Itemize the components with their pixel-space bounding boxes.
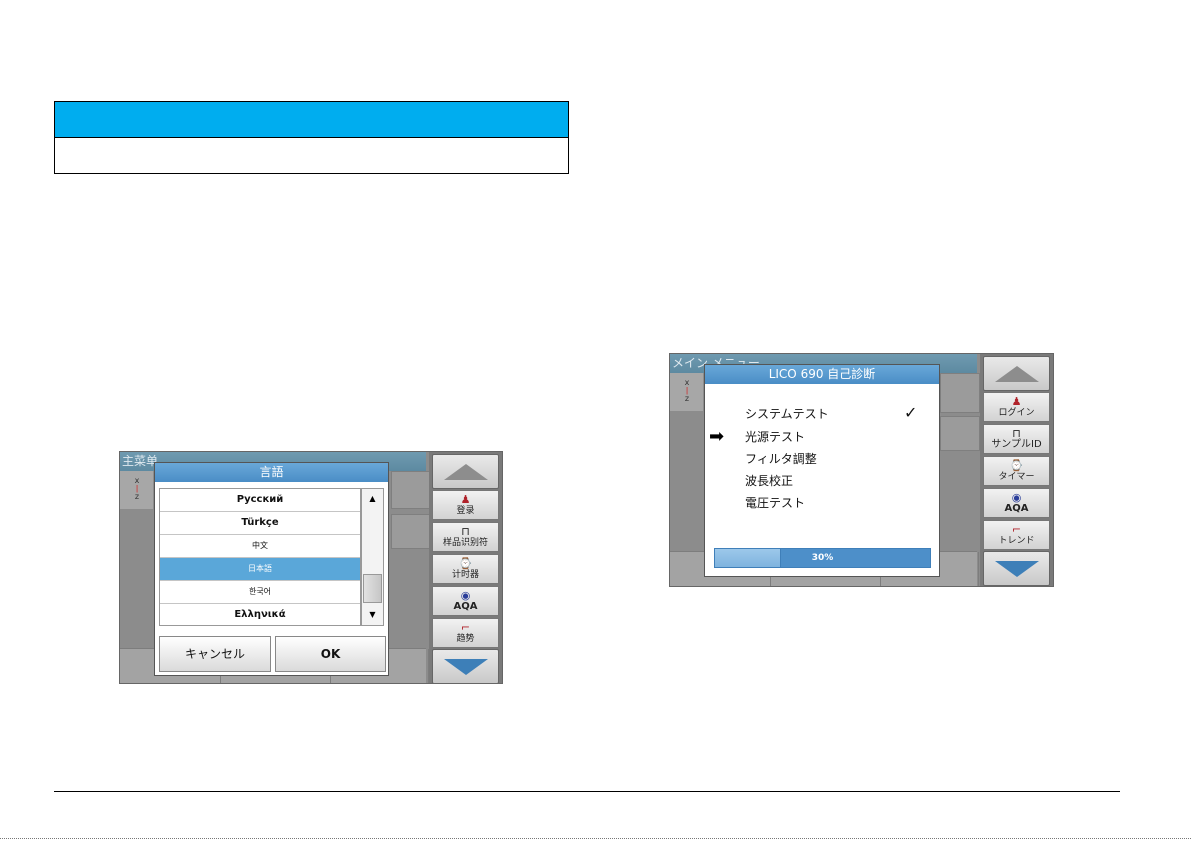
- self-test-dialog-title: LICO 690 自己診断: [705, 365, 939, 384]
- scroll-up-button[interactable]: [432, 454, 499, 489]
- language-dialog-title: 言語: [155, 463, 388, 482]
- trend-button[interactable]: ⌐ トレンド: [983, 520, 1050, 550]
- language-list: Русский Türkçe 中文 日本語 한국어 Ελληνικά: [159, 488, 361, 626]
- test-item-system: システムテスト: [745, 407, 829, 421]
- trend-label: 趋势: [456, 634, 475, 644]
- self-test-progress-bar: 30%: [714, 548, 931, 568]
- sample-id-label: サンプルID: [991, 439, 1042, 450]
- timer-icon: ⌚: [1009, 459, 1024, 472]
- section-header-bar: [55, 102, 568, 138]
- checkmark-icon: ✓: [904, 403, 918, 422]
- language-option-selected[interactable]: 日本語: [160, 558, 360, 581]
- section-header-box: [54, 101, 569, 174]
- timer-button[interactable]: ⌚ 计时器: [432, 554, 499, 584]
- test-item-voltage: 電圧テスト: [745, 496, 806, 510]
- aqa-button[interactable]: ◉ AQA: [983, 488, 1050, 518]
- cancel-button[interactable]: キャンセル: [159, 636, 271, 672]
- scrollbar-thumb[interactable]: [363, 574, 382, 603]
- side-toolbar: ♟ ログイン ⊓ サンプルID ⌚ タイマー ◉ AQA ⌐ トレンド: [980, 354, 1053, 586]
- background-tile: [940, 373, 980, 413]
- background-xyz-tile: xǀz: [120, 471, 153, 509]
- scroll-up-arrow-icon[interactable]: ▲: [362, 489, 383, 509]
- trend-icon: ⌐: [460, 621, 471, 634]
- person-icon: ♟: [460, 493, 471, 506]
- triangle-up-icon: [443, 464, 488, 480]
- ok-button[interactable]: OK: [275, 636, 386, 672]
- timer-icon: ⌚: [458, 557, 473, 570]
- person-icon: ♟: [1011, 395, 1022, 408]
- language-option[interactable]: Русский: [160, 489, 360, 512]
- trend-label: トレンド: [998, 536, 1035, 546]
- timer-button[interactable]: ⌚ タイマー: [983, 456, 1050, 486]
- background-tile: [391, 514, 431, 549]
- sample-id-label: 样品识别符: [442, 538, 488, 548]
- trend-button[interactable]: ⌐ 趋势: [432, 618, 499, 648]
- aqa-label: AQA: [453, 601, 478, 612]
- triangle-down-icon: [994, 561, 1039, 577]
- background-tile: [940, 416, 980, 451]
- language-scrollbar[interactable]: ▲ ▼: [361, 488, 384, 626]
- test-item-filter: フィルタ調整: [745, 452, 817, 466]
- xyz-icon: xǀz: [684, 378, 690, 403]
- language-option[interactable]: Ελληνικά: [160, 604, 360, 627]
- aqa-button[interactable]: ◉ AQA: [432, 586, 499, 616]
- test-item-lamp: 光源テスト: [745, 430, 806, 444]
- login-label: 登录: [456, 506, 475, 516]
- triangle-up-icon: [994, 366, 1039, 382]
- timer-label: 计时器: [451, 570, 479, 580]
- language-dialog: 言語 Русский Türkçe 中文 日本語 한국어 Ελληνικά ▲ …: [154, 462, 389, 676]
- aqa-label: AQA: [1004, 503, 1029, 514]
- sample-id-button[interactable]: ⊓ サンプルID: [983, 424, 1050, 454]
- side-toolbar: ♟ 登录 ⊓ 样品识别符 ⌚ 计时器 ◉ AQA ⌐ 趋势: [429, 452, 502, 683]
- xyz-icon: xǀz: [134, 476, 140, 501]
- sample-vial-icon: ⊓: [461, 525, 470, 538]
- scroll-up-button[interactable]: [983, 356, 1050, 391]
- background-tile: [391, 471, 431, 509]
- timer-label: タイマー: [998, 472, 1035, 482]
- language-option[interactable]: Türkçe: [160, 512, 360, 535]
- scroll-down-arrow-icon[interactable]: ▼: [362, 605, 383, 625]
- scroll-down-button[interactable]: [983, 551, 1050, 586]
- progress-label: 30%: [811, 553, 834, 563]
- language-option[interactable]: 中文: [160, 535, 360, 558]
- login-label: ログイン: [998, 408, 1035, 418]
- login-button[interactable]: ♟ 登录: [432, 490, 499, 520]
- trend-icon: ⌐: [1011, 523, 1022, 536]
- self-test-dialog: LICO 690 自己診断 システムテスト ✓ ➡ 光源テスト フィルタ調整 波…: [704, 364, 940, 577]
- right-arrow-icon: ➡: [709, 426, 725, 447]
- self-test-screen: メイン メニュー xǀz ♟ ログイン ⊓ サンプルID ⌚ タイマー ◉ AQA ⌐ ト…: [669, 353, 1054, 587]
- login-button[interactable]: ♟ ログイン: [983, 392, 1050, 422]
- footer-rule: [54, 791, 1120, 792]
- language-screen: 主菜单 xǀz ♟ 登录 ⊓ 样品识别符 ⌚ 计时器 ◉ AQA ⌐ 趋势 言語 Русс…: [119, 451, 503, 684]
- background-xyz-tile: xǀz: [670, 373, 703, 411]
- language-option[interactable]: 한국어: [160, 581, 360, 604]
- sample-id-button[interactable]: ⊓ 样品识别符: [432, 522, 499, 552]
- test-item-wavelength: 波長校正: [745, 474, 794, 488]
- scroll-down-button[interactable]: [432, 649, 499, 683]
- triangle-down-icon: [443, 659, 488, 675]
